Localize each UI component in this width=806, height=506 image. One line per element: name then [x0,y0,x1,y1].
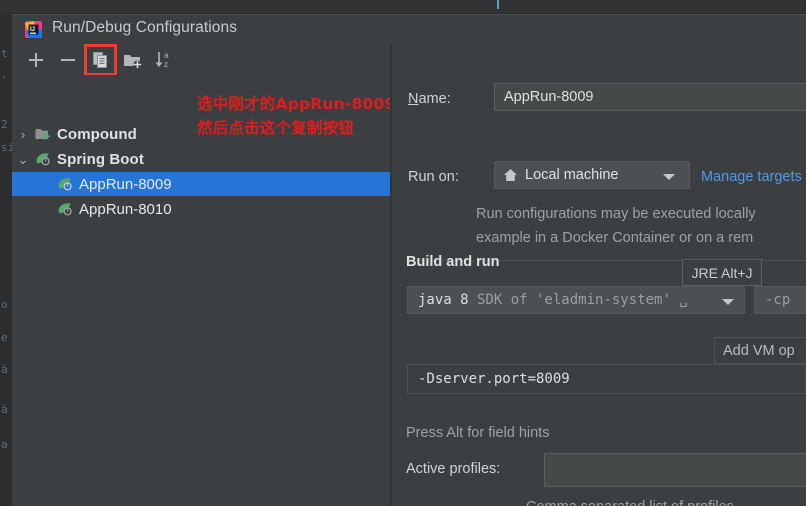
ghost-char: 2 [1,118,8,131]
active-profiles-hint: Comma separated list of profiles [526,499,734,506]
jre-value: java 8 SDK of 'eladmin-system' ␣ [418,292,688,308]
tree-group-label: Spring Boot [57,150,144,168]
ghost-char: t [1,47,8,60]
ide-left-strip: t . 2 si o e à à a [0,13,14,506]
run-on-label: Run on: [408,169,459,185]
new-folder-button[interactable] [120,48,144,72]
name-input[interactable]: AppRun-8009 [494,83,806,111]
compound-run-icon [34,125,52,143]
jre-value-tail: ␣ [670,292,688,308]
run-debug-configurations-dialog: IJ Run/Debug Configurations a z › Compou… [12,14,806,506]
name-label: Name: [408,91,451,107]
chevron-down-icon[interactable] [663,174,675,180]
run-on-hint-line-1: Run configurations may be executed local… [476,206,756,222]
jre-value-rest: SDK of 'eladmin-system' [468,292,671,308]
chevron-right-icon[interactable]: › [12,128,34,141]
annotation-line-1: 选中刚才的AppRun-8009 [197,95,396,113]
tree-item-label: AppRun-8009 [79,175,172,193]
ide-top-strip [0,0,806,14]
copy-button-highlight-box [84,44,117,76]
name-label-mnemonic: N [408,91,419,107]
vm-options-tooltip: Add VM op [714,337,806,364]
spring-boot-icon [56,200,74,218]
active-profiles-label: Active profiles: [406,461,501,477]
ghost-char: à [1,403,8,416]
jre-select[interactable]: java 8 SDK of 'eladmin-system' ␣ [407,286,745,314]
annotation-line-2: 然后点击这个复制按钮 [197,119,355,137]
configurations-left-panel: a z › Compound ⌄ Spring Boot AppRun-8009… [12,44,395,506]
classpath-value: -cp [765,292,791,308]
ghost-char: à [1,363,8,376]
configuration-settings-panel: Name: AppRun-8009 Run on: Local machine … [392,44,806,506]
name-label-rest: ame: [418,91,451,107]
field-hints-text: Press Alt for field hints [406,425,550,441]
configurations-toolbar: a z [12,44,390,76]
run-on-value: Local machine [525,167,619,183]
build-and-run-header: Build and run [406,254,500,270]
editor-caret [497,0,499,9]
ghost-char: e [1,331,8,344]
svg-text:z: z [164,60,168,69]
name-input-value: AppRun-8009 [504,89,594,105]
active-profiles-input[interactable] [544,453,806,487]
spring-boot-icon [56,175,74,193]
ghost-char: . [1,68,8,81]
svg-text:IJ: IJ [30,27,35,33]
jre-value-prefix: java 8 [418,292,469,308]
tree-item-apprun-8010[interactable]: AppRun-8010 [12,197,390,221]
dialog-title-bar: IJ Run/Debug Configurations [12,15,806,45]
remove-configuration-button[interactable] [56,48,80,72]
tree-group-spring-boot[interactable]: ⌄ Spring Boot [12,147,390,171]
tree-group-label: Compound [57,125,137,143]
chevron-down-icon[interactable] [722,299,734,305]
tree-item-label: AppRun-8010 [79,200,172,218]
classpath-select[interactable]: -cp [754,286,806,314]
vm-options-input[interactable]: -Dserver.port=8009 [407,364,806,394]
run-on-hint-line-2: example in a Docker Container or on a re… [476,230,754,246]
home-icon [503,168,518,182]
ghost-char: a [1,438,8,451]
intellij-idea-icon: IJ [24,20,43,39]
ghost-char: o [1,298,8,311]
chevron-down-icon[interactable]: ⌄ [12,153,34,166]
sort-alphabetically-button[interactable]: a z [152,48,176,72]
screenshot-root: t . 2 si o e à à a IJ Run/Debug Configur… [0,0,806,506]
svg-text:a: a [164,51,169,60]
jre-tooltip: JRE Alt+J [682,259,762,286]
tree-item-apprun-8009[interactable]: AppRun-8009 [12,172,390,196]
manage-targets-link[interactable]: Manage targets [701,169,802,185]
run-on-select[interactable]: Local machine [494,161,690,189]
spring-boot-icon [34,150,52,168]
add-configuration-button[interactable] [24,48,48,72]
configurations-tree: › Compound ⌄ Spring Boot AppRun-8009 App… [12,75,390,506]
page-title: Run/Debug Configurations [52,19,238,36]
vm-options-value: -Dserver.port=8009 [418,371,570,387]
